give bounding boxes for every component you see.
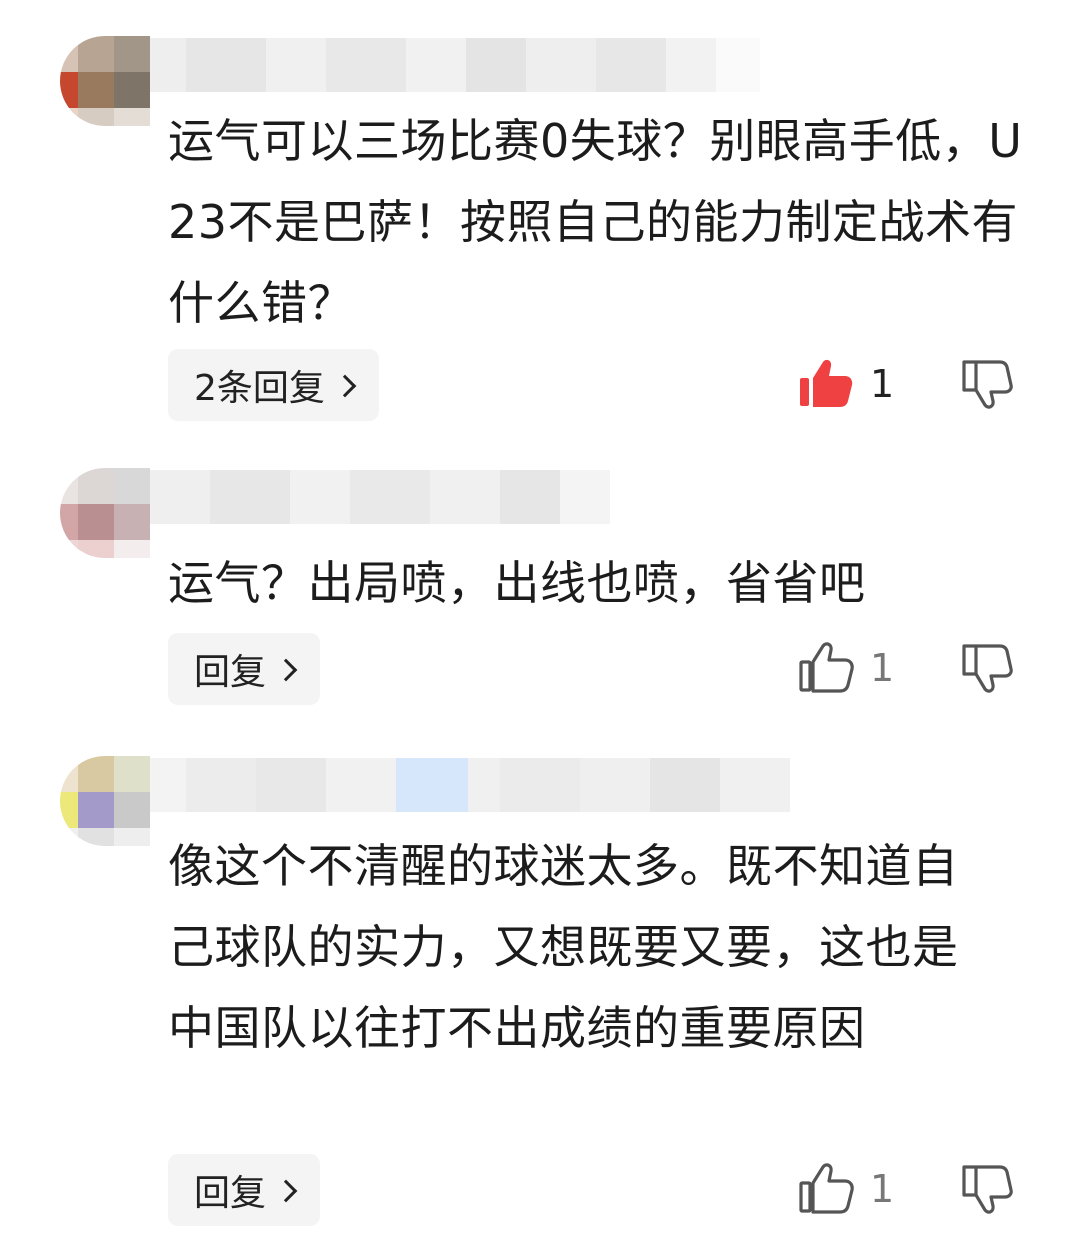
username[interactable] [150, 38, 760, 92]
thumbs-down-icon[interactable] [958, 1161, 1014, 1217]
avatar[interactable] [60, 756, 150, 846]
reply-label: 2条回复 [194, 368, 325, 409]
reply-button[interactable]: 2条回复 [168, 349, 379, 421]
username[interactable] [150, 470, 610, 524]
comment-text: 运气可以三场比赛0失球？别眼高手低，U23不是巴萨！按照自己的能力制定战术有什么… [168, 114, 1023, 330]
comment-item: 运气？出局喷，出线也喷，省省吧 回复 1 [0, 440, 1072, 730]
like-count: 1 [870, 362, 895, 406]
comment-text: 运气？出局喷，出线也喷，省省吧 [168, 556, 866, 610]
thumbs-up-icon[interactable] [798, 640, 854, 696]
comment-item: 像这个不清醒的球迷太多。既不知道自己球队的实力，又想既要又要，这也是中国队以往打… [0, 730, 1072, 1241]
avatar[interactable] [60, 36, 150, 126]
comment-item: 运气可以三场比赛0失球？别眼高手低，U23不是巴萨！按照自己的能力制定战术有什么… [0, 0, 1072, 440]
thumbs-up-icon[interactable] [798, 356, 854, 412]
avatar[interactable] [60, 468, 150, 558]
thumbs-down-icon[interactable] [958, 356, 1014, 412]
reply-button[interactable]: 回复 [168, 1154, 321, 1226]
thumbs-up-icon[interactable] [798, 1161, 854, 1217]
chevron-right-icon [274, 1179, 298, 1203]
reply-label: 回复 [194, 652, 267, 693]
like-count: 1 [870, 1167, 895, 1211]
chevron-right-icon [274, 658, 298, 682]
thumbs-down-icon[interactable] [958, 640, 1014, 696]
reply-label: 回复 [194, 1173, 267, 1214]
username[interactable] [150, 758, 790, 812]
comment-text: 像这个不清醒的球迷太多。既不知道自己球队的实力，又想既要又要，这也是中国队以往打… [168, 839, 959, 1055]
chevron-right-icon [333, 374, 357, 398]
reply-button[interactable]: 回复 [168, 633, 321, 705]
like-count: 1 [870, 646, 895, 690]
